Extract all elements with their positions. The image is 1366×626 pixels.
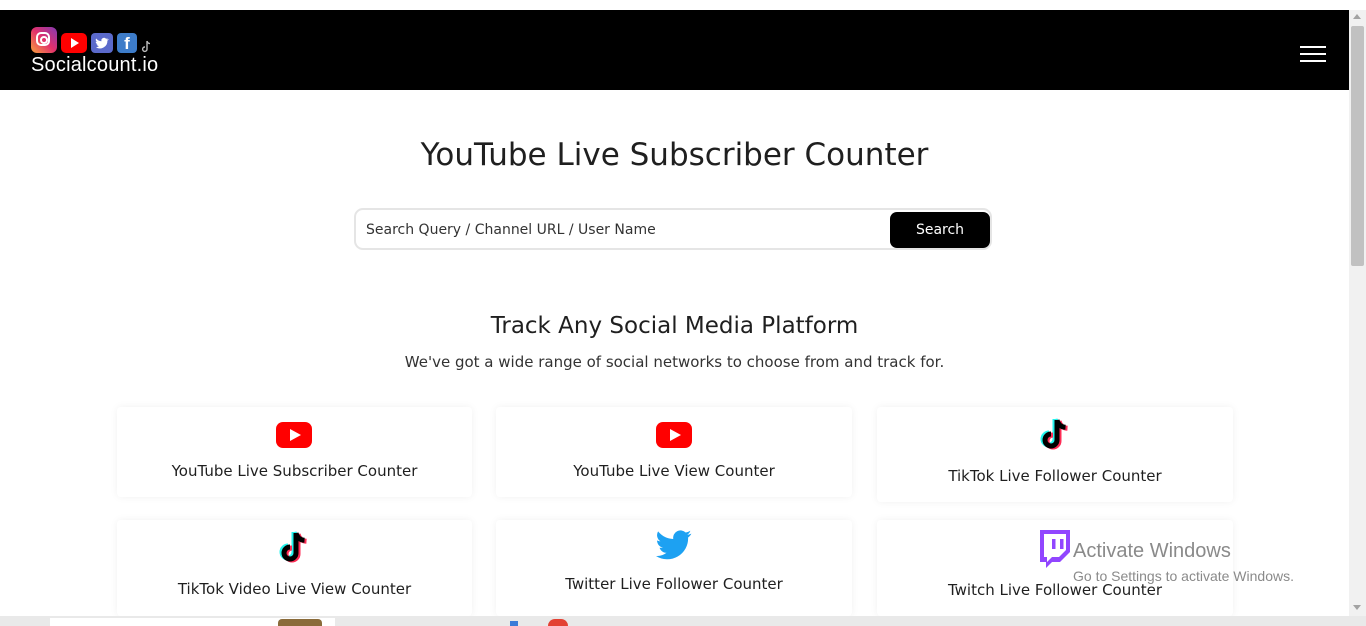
facebook-icon: f — [117, 33, 137, 53]
site-logo[interactable]: f Socialcount.io — [31, 27, 171, 77]
hamburger-menu-icon[interactable] — [1300, 46, 1326, 62]
taskbar-app-icon[interactable] — [548, 619, 568, 626]
youtube-icon — [276, 422, 312, 448]
watermark-title: Activate Windows — [1073, 540, 1231, 562]
top-navbar: f Socialcount.io — [0, 10, 1349, 90]
section-title: Track Any Social Media Platform — [490, 313, 859, 339]
card-tiktok-video-view-counter[interactable]: TikTok Video Live View Counter — [117, 520, 472, 616]
watermark-subtitle: Go to Settings to activate Windows. — [1073, 568, 1294, 584]
card-youtube-subscriber-counter[interactable]: YouTube Live Subscriber Counter — [117, 407, 472, 497]
card-youtube-view-counter[interactable]: YouTube Live View Counter — [496, 407, 852, 497]
youtube-icon — [656, 422, 692, 448]
logo-icons: f — [31, 27, 155, 53]
search-bar: Search — [354, 208, 992, 250]
scroll-up-arrow-icon[interactable] — [1353, 14, 1361, 19]
youtube-icon — [61, 33, 87, 53]
search-input[interactable] — [364, 215, 888, 245]
browser-top-strip — [0, 0, 1366, 10]
twitch-icon — [1037, 529, 1073, 569]
twitter-icon — [656, 530, 692, 560]
brand-name: Socialcount.io — [31, 54, 159, 76]
card-label: Twitter Live Follower Counter — [565, 575, 783, 593]
card-label: YouTube Live View Counter — [573, 462, 775, 480]
page-title: YouTube Live Subscriber Counter — [420, 137, 929, 173]
activate-windows-watermark: Activate Windows Go to Settings to activ… — [1073, 540, 1294, 584]
scroll-down-arrow-icon[interactable] — [1353, 605, 1361, 610]
card-twitter-follower-counter[interactable]: Twitter Live Follower Counter — [496, 520, 852, 616]
card-tiktok-follower-counter[interactable]: TikTok Live Follower Counter — [877, 407, 1233, 502]
instagram-icon — [31, 27, 57, 53]
vertical-scrollbar[interactable] — [1349, 10, 1366, 616]
twitter-icon — [91, 33, 113, 53]
section-subtitle: We've got a wide range of social network… — [404, 353, 945, 371]
card-label: YouTube Live Subscriber Counter — [171, 462, 418, 480]
taskbar-app-icon[interactable] — [510, 621, 518, 626]
tiktok-icon — [276, 529, 312, 569]
taskbar-app-icon[interactable] — [278, 619, 322, 626]
scrollbar-thumb[interactable] — [1351, 26, 1364, 266]
search-button[interactable]: Search — [890, 212, 990, 248]
os-taskbar — [0, 616, 1366, 626]
tiktok-icon — [1037, 416, 1073, 456]
card-label: TikTok Live Follower Counter — [948, 467, 1162, 485]
tiktok-icon — [141, 39, 151, 53]
card-label: TikTok Video Live View Counter — [177, 580, 412, 598]
